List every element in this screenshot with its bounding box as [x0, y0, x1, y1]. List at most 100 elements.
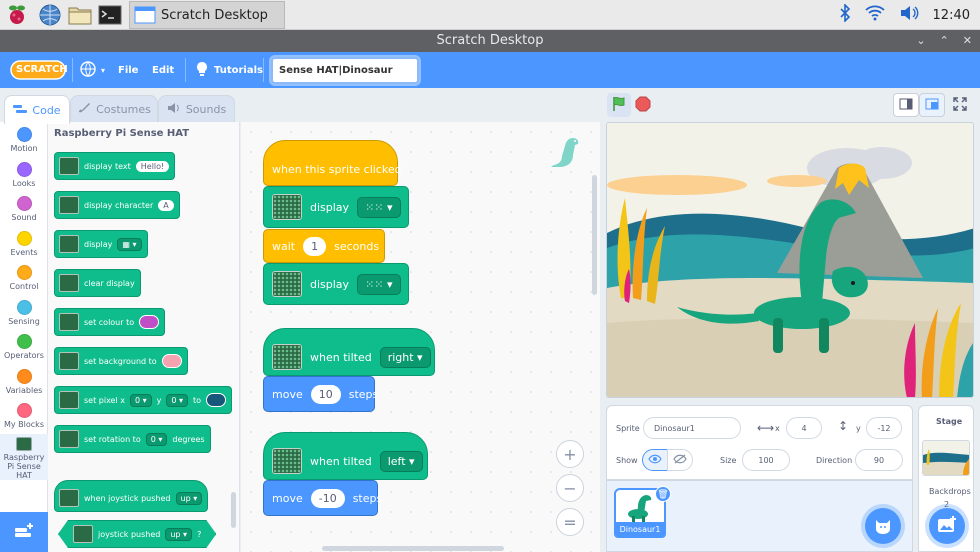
- fullscreen-button[interactable]: [947, 93, 973, 117]
- green-flag-button[interactable]: [607, 93, 631, 117]
- block-set-background[interactable]: set background to: [54, 347, 188, 375]
- category-sense-hat[interactable]: Raspberry Pi Sense HAT: [0, 434, 48, 480]
- tutorials-label: Tutorials: [214, 64, 263, 76]
- zoom-reset-button[interactable]: =: [556, 508, 584, 536]
- edit-menu[interactable]: Edit: [152, 52, 174, 88]
- block-label: degrees: [172, 434, 205, 444]
- tilt-direction-dropdown[interactable]: left ▾: [379, 450, 423, 472]
- script2-move-block[interactable]: move 10 steps: [263, 376, 378, 412]
- background-swatch[interactable]: [161, 354, 182, 368]
- size-input[interactable]: 100: [742, 449, 790, 471]
- matrix-pattern-dropdown[interactable]: ⁙⁙ ▾: [357, 196, 401, 218]
- hide-sprite-button[interactable]: [667, 449, 693, 471]
- close-icon[interactable]: ✕: [963, 30, 972, 52]
- delete-sprite-button[interactable]: 🗑: [655, 486, 671, 502]
- joystick-direction-dropdown[interactable]: up ▾: [175, 491, 203, 505]
- direction-input[interactable]: 90: [855, 449, 903, 471]
- script1-when-sprite-clicked[interactable]: when this sprite clicked: [263, 140, 402, 186]
- sense-hat-icon: [272, 344, 302, 370]
- block-when-joystick-pushed[interactable]: when joystick pushed up ▾: [54, 480, 209, 512]
- block-set-colour[interactable]: set colour to: [54, 308, 166, 336]
- x-position-input[interactable]: 4: [786, 417, 822, 439]
- wifi-icon[interactable]: [864, 5, 885, 25]
- move-steps-input[interactable]: 10: [310, 384, 341, 404]
- zoom-out-button[interactable]: −: [556, 474, 584, 502]
- category-control[interactable]: Control: [0, 265, 48, 291]
- dropdown-value: 0: [150, 434, 156, 444]
- block-text-input[interactable]: Hello!: [135, 160, 170, 172]
- scripts-horizontal-scrollbar[interactable]: [322, 546, 504, 551]
- tab-code[interactable]: Code: [4, 95, 70, 124]
- block-set-pixel[interactable]: set pixel x 0 ▾ y 0 ▾ to: [54, 386, 233, 414]
- taskbar-window-button[interactable]: Scratch Desktop: [129, 1, 285, 29]
- script1-display-block-2[interactable]: display ⁙⁙ ▾: [263, 263, 409, 305]
- maximize-icon[interactable]: ⌃: [940, 30, 949, 52]
- sprite-name-input[interactable]: Dinosaur1: [643, 417, 741, 439]
- block-display-text[interactable]: display text Hello!: [54, 152, 176, 180]
- script1-wait-block[interactable]: wait 1 seconds: [263, 229, 385, 263]
- block-display-matrix[interactable]: display ▦ ▾: [54, 230, 148, 258]
- category-label: Sensing: [8, 317, 40, 326]
- project-title-input[interactable]: Sense HAT|Dinosaur: [271, 57, 419, 84]
- tilt-direction-dropdown[interactable]: right ▾: [379, 346, 431, 368]
- normal-stage-button[interactable]: [919, 93, 945, 117]
- category-operators[interactable]: Operators: [0, 334, 48, 360]
- volume-icon[interactable]: [899, 5, 919, 25]
- script3-when-tilted-left[interactable]: when tilted left ▾: [263, 432, 428, 480]
- bluetooth-icon[interactable]: [839, 3, 851, 26]
- sense-hat-icon: [272, 448, 302, 474]
- script1-display-block[interactable]: display ⁙⁙ ▾: [263, 186, 409, 228]
- choose-sprite-button[interactable]: [865, 508, 901, 544]
- category-events[interactable]: Events: [0, 231, 48, 257]
- y-position-input[interactable]: -12: [866, 417, 902, 439]
- scripts-vertical-scrollbar[interactable]: [592, 175, 597, 295]
- scratch-logo[interactable]: SCRATCH: [10, 52, 68, 88]
- tutorials-button[interactable]: Tutorials: [195, 52, 263, 88]
- raspberry-icon[interactable]: [5, 3, 29, 27]
- block-clear-display[interactable]: clear display: [54, 269, 141, 297]
- stop-button[interactable]: [635, 96, 651, 112]
- pixel-x-dropdown[interactable]: 0 ▾: [129, 393, 152, 407]
- folder-icon[interactable]: [68, 3, 92, 27]
- small-stage-button[interactable]: [893, 93, 919, 117]
- block-joystick-pushed-boolean[interactable]: joystick pushed up ▾ ?: [58, 520, 216, 548]
- terminal-icon[interactable]: [98, 3, 122, 27]
- category-motion[interactable]: Motion: [0, 127, 48, 153]
- joystick-bool-dropdown[interactable]: up ▾: [165, 528, 192, 541]
- tab-sounds[interactable]: Sounds: [158, 95, 235, 123]
- script2-when-tilted-right[interactable]: when tilted right ▾: [263, 328, 435, 376]
- wait-seconds-input[interactable]: 1: [303, 236, 327, 256]
- show-sprite-button[interactable]: [642, 449, 668, 471]
- category-looks[interactable]: Looks: [0, 162, 48, 188]
- palette-scrollbar[interactable]: [231, 492, 236, 528]
- block-text-input[interactable]: A: [158, 199, 174, 211]
- add-extension-button[interactable]: [0, 512, 48, 552]
- script3-move-block[interactable]: move -10 steps: [263, 480, 382, 516]
- tab-costumes[interactable]: Costumes: [70, 95, 158, 123]
- zoom-in-button[interactable]: +: [556, 440, 584, 468]
- category-variables[interactable]: Variables: [0, 369, 48, 395]
- file-menu[interactable]: File: [118, 52, 138, 88]
- minimize-icon[interactable]: ⌄: [916, 30, 925, 52]
- pixel-colour-swatch[interactable]: [206, 393, 227, 407]
- globe-icon[interactable]: [38, 3, 62, 27]
- category-sensing[interactable]: Sensing: [0, 300, 48, 326]
- category-my-blocks[interactable]: My Blocks: [0, 403, 48, 429]
- colour-swatch[interactable]: [139, 315, 160, 329]
- block-set-rotation[interactable]: set rotation to 0 ▾ degrees: [54, 425, 211, 453]
- pixel-y-dropdown[interactable]: 0 ▾: [166, 393, 189, 407]
- move-steps-input[interactable]: -10: [310, 488, 345, 508]
- matrix-pattern-dropdown[interactable]: ⁙⁙ ▾: [357, 273, 401, 295]
- category-sound[interactable]: Sound: [0, 196, 48, 222]
- language-button[interactable]: ▾: [80, 52, 105, 88]
- stage-backdrop-thumbnail[interactable]: [922, 440, 970, 476]
- clock[interactable]: 12:40: [933, 8, 970, 23]
- sense-hat-icon: [59, 430, 79, 448]
- choose-backdrop-button[interactable]: [929, 508, 965, 544]
- stage-canvas[interactable]: [606, 122, 974, 398]
- menu-bar: SCRATCH ▾ File Edit Tutorials Sense HAT|…: [0, 52, 980, 88]
- rotation-dropdown[interactable]: 0 ▾: [145, 432, 168, 446]
- matrix-dropdown[interactable]: ▦ ▾: [117, 237, 142, 251]
- sprite-label: Sprite: [616, 424, 640, 433]
- block-display-character[interactable]: display character A: [54, 191, 180, 219]
